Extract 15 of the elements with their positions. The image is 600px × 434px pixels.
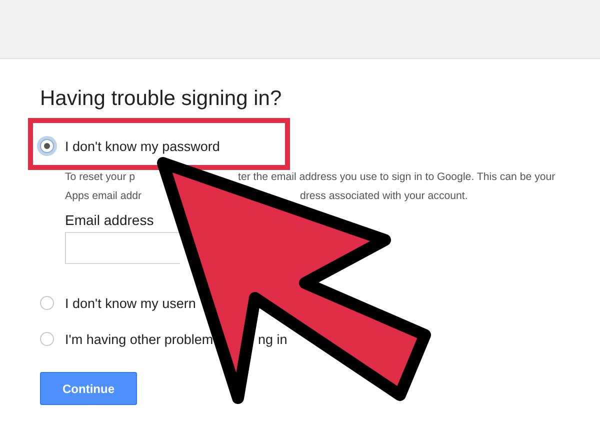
option-label: I don't know my usern <box>65 296 196 310</box>
radio-button[interactable] <box>40 296 54 310</box>
continue-button[interactable]: Continue <box>40 372 137 405</box>
help-text: dress associated with your account. <box>300 190 468 202</box>
email-field[interactable] <box>65 232 180 264</box>
page-title: Having trouble signing in? <box>40 87 282 111</box>
field-label: Email address <box>65 212 154 228</box>
help-text: To reset your p <box>65 170 136 182</box>
radio-button[interactable] <box>40 332 54 346</box>
option-label: ng in <box>258 332 288 346</box>
option-label: I don't know my password <box>65 138 220 154</box>
help-text: ter the email address you use to sign in to Google. This can be your <box>238 170 556 182</box>
help-text: Apps email addr <box>65 190 143 202</box>
option-label: I'm having other problem <box>65 332 214 346</box>
radio-button[interactable] <box>40 139 54 153</box>
